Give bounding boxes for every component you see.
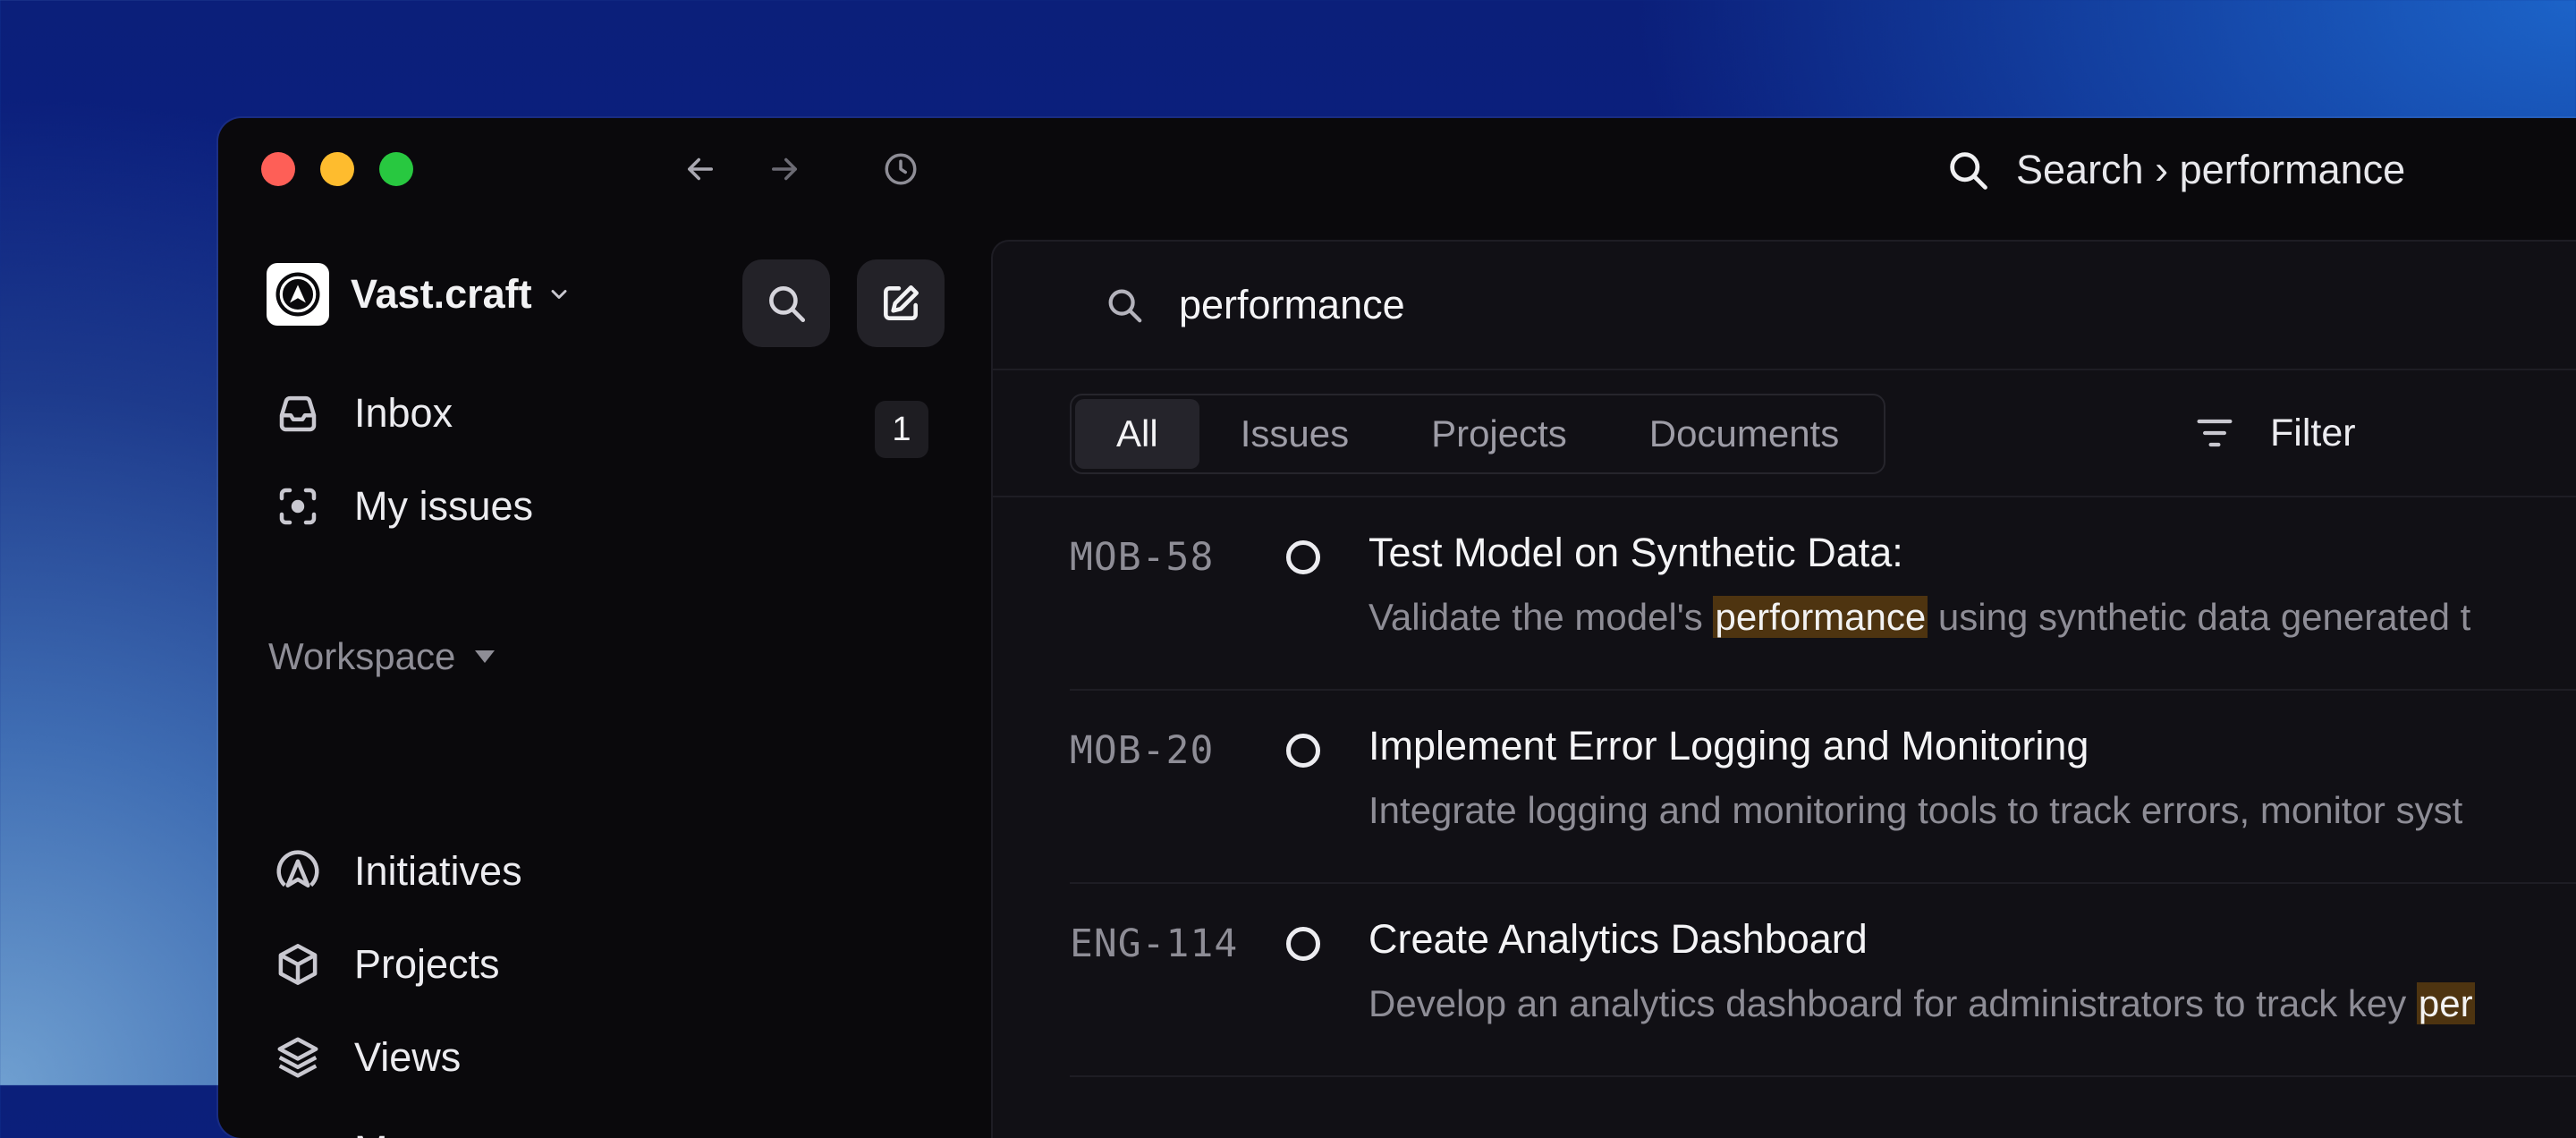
description-text: Validate the model's — [1368, 596, 1714, 638]
status-todo-icon[interactable] — [1286, 734, 1320, 768]
sidebar-item-label: Projects — [354, 941, 500, 987]
workspace-logo-icon — [275, 272, 320, 317]
workspace-switcher[interactable]: Vast.craft — [267, 263, 572, 326]
search-breadcrumb: Search › performance — [2016, 147, 2406, 192]
search-panel: performance All Issues Projects Document… — [991, 240, 2576, 1138]
issue-id: ENG-114 — [1070, 921, 1239, 966]
issue-id: MOB-58 — [1070, 535, 1215, 580]
sidebar-item-inbox[interactable]: Inbox — [272, 386, 453, 440]
issue-description: Develop an analytics dashboard for admin… — [1368, 982, 2475, 1025]
tab-all[interactable]: All — [1075, 399, 1199, 469]
status-todo-icon[interactable] — [1286, 927, 1320, 961]
app-window: Search › performance Vast.craft Inbox 1 … — [218, 118, 2576, 1138]
issue-description: Validate the model's performance using s… — [1368, 596, 2470, 639]
search-result-row[interactable]: MOB-58 Test Model on Synthetic Data: Val… — [1070, 497, 2576, 691]
search-match-highlight: performance — [1713, 596, 1928, 638]
search-icon — [769, 286, 806, 323]
back-button[interactable] — [680, 149, 721, 190]
workspace-logo — [267, 263, 329, 326]
new-issue-button[interactable] — [857, 259, 945, 347]
tab-issues[interactable]: Issues — [1199, 399, 1390, 469]
minimize-window-button[interactable] — [320, 152, 354, 186]
search-match-highlight: per — [2416, 982, 2475, 1024]
focus-icon — [272, 480, 324, 532]
close-window-button[interactable] — [261, 152, 295, 186]
filter-bar: All Issues Projects Documents Filter — [993, 370, 2576, 497]
description-text: Develop an analytics dashboard for admin… — [1368, 982, 2417, 1024]
sidebar-item-label: Inbox — [354, 390, 453, 436]
history-button[interactable] — [880, 149, 921, 190]
sidebar-item-more[interactable]: More — [272, 1124, 446, 1138]
sidebar-item-initiatives[interactable]: Initiatives — [272, 845, 522, 898]
more-icon — [272, 1125, 324, 1138]
arrow-right-icon — [772, 157, 797, 181]
compose-icon — [884, 285, 919, 320]
description-text: using synthetic data generated t — [1928, 596, 2471, 638]
arrow-left-icon — [688, 157, 713, 181]
tab-documents[interactable]: Documents — [1608, 399, 1880, 469]
search-result-row[interactable]: ENG-114 Create Analytics Dashboard Devel… — [1070, 884, 2576, 1077]
forward-button[interactable] — [764, 149, 805, 190]
sidebar-item-projects[interactable]: Projects — [272, 938, 500, 991]
sidebar-item-views[interactable]: Views — [272, 1031, 461, 1084]
filter-label: Filter — [2270, 411, 2356, 454]
inbox-icon — [272, 387, 324, 439]
workspace-name: Vast.craft — [351, 271, 532, 317]
box-icon — [272, 938, 324, 990]
maximize-window-button[interactable] — [379, 152, 413, 186]
sidebar-item-label: Initiatives — [354, 848, 522, 894]
chevron-down-icon — [551, 290, 567, 299]
initiatives-icon — [272, 845, 324, 897]
sidebar-search-button[interactable] — [742, 259, 830, 347]
section-label: Workspace — [268, 635, 456, 677]
sidebar-item-label: Views — [354, 1034, 462, 1080]
caret-down-icon — [475, 650, 496, 663]
tab-projects[interactable]: Projects — [1390, 399, 1608, 469]
filter-button[interactable]: Filter — [2191, 406, 2356, 460]
status-todo-icon[interactable] — [1286, 540, 1320, 574]
filter-icon — [2197, 419, 2233, 447]
layers-icon — [272, 1032, 324, 1083]
sidebar-item-label: My issues — [354, 483, 534, 529]
search-input[interactable]: performance — [1179, 282, 1405, 328]
issue-title: Test Model on Synthetic Data: — [1368, 530, 1903, 575]
search-icon — [1108, 289, 1142, 323]
description-text: Integrate logging and monitoring tools t… — [1368, 789, 2463, 831]
clock-icon — [885, 153, 917, 185]
result-type-tabs: All Issues Projects Documents — [1070, 394, 1886, 474]
titlebar-search[interactable]: Search › performance — [1945, 145, 2405, 195]
sidebar-item-label: More — [354, 1127, 446, 1138]
sidebar-item-my-issues[interactable]: My issues — [272, 480, 533, 533]
issue-id: MOB-20 — [1070, 728, 1215, 773]
inbox-count-badge: 1 — [875, 401, 928, 458]
search-bar[interactable]: performance — [993, 242, 2576, 370]
issue-title: Implement Error Logging and Monitoring — [1368, 723, 2089, 769]
workspace-section-header[interactable]: Workspace — [268, 635, 496, 678]
issue-description: Integrate logging and monitoring tools t… — [1368, 789, 2462, 832]
search-result-row[interactable]: MOB-20 Implement Error Logging and Monit… — [1070, 691, 2576, 884]
search-icon — [1950, 152, 1987, 190]
issue-title: Create Analytics Dashboard — [1368, 916, 1868, 962]
